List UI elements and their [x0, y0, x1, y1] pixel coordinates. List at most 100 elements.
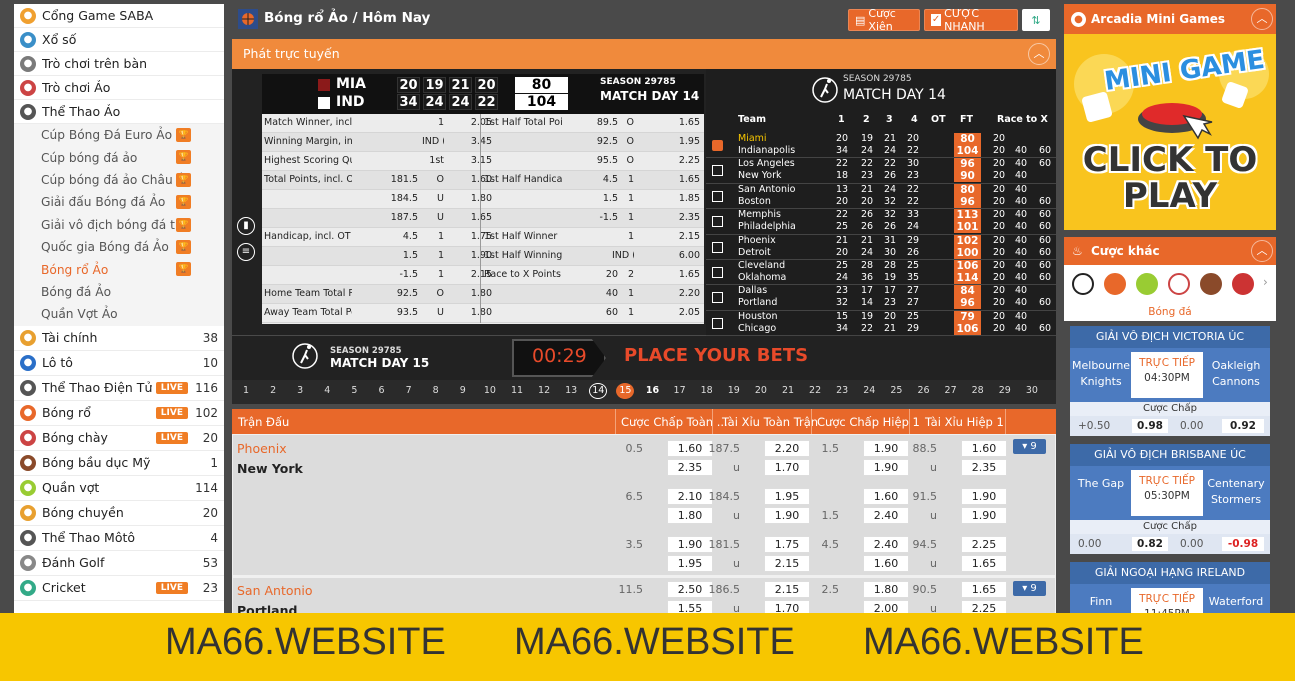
- standings-row[interactable]: Cleveland Oklahoma 25 28 28 25 24 36 19 35 106 114 2…: [706, 260, 1056, 286]
- row-checkbox[interactable]: [712, 216, 723, 228]
- sidebar-sport-6[interactable]: ● Quần vợt 114: [14, 476, 224, 501]
- odds-cell[interactable]: 2.35: [642, 212, 700, 223]
- day-16[interactable]: 16: [644, 385, 662, 396]
- submenu-item-7[interactable]: Bóng đá Ảo: [14, 281, 224, 303]
- sidebar-item-0[interactable]: ● Cổng Game SABA: [14, 4, 224, 28]
- odds-button[interactable]: 1.90: [961, 507, 1007, 524]
- day-15[interactable]: 15: [616, 383, 635, 399]
- day-26[interactable]: 26: [915, 385, 933, 396]
- day-11[interactable]: 11: [508, 385, 526, 396]
- day-23[interactable]: 23: [833, 385, 851, 396]
- row-checkbox[interactable]: [712, 140, 723, 151]
- sidebar-sport-1[interactable]: ● Lô tô 10: [14, 351, 224, 376]
- day-7[interactable]: 7: [400, 385, 418, 396]
- row-checkbox[interactable]: [712, 292, 723, 304]
- featured-match-card[interactable]: GIẢI VÔ ĐỊCH BRISBANE ÚC The Gap Centenary…: [1070, 444, 1270, 554]
- submenu-item-0[interactable]: Cúp Bóng Đá Euro Ảo 🏆: [14, 124, 224, 146]
- day-4[interactable]: 4: [318, 385, 336, 396]
- odds-2[interactable]: -0.98: [1222, 537, 1264, 551]
- day-29[interactable]: 29: [996, 385, 1014, 396]
- soccer-ball-icon[interactable]: [1072, 273, 1094, 295]
- sidebar-sport-2[interactable]: ● Thể Thao Điện Tử LIVE 116: [14, 376, 224, 401]
- collapse-up-icon[interactable]: ︿: [1251, 240, 1273, 262]
- odds-2[interactable]: 0.92: [1222, 419, 1264, 433]
- odds-1[interactable]: 0.82: [1132, 537, 1168, 551]
- day-25[interactable]: 25: [887, 385, 905, 396]
- day-6[interactable]: 6: [373, 385, 391, 396]
- stats-chart-icon[interactable]: ▮: [237, 217, 255, 235]
- chevron-right-icon[interactable]: ›: [1263, 275, 1268, 289]
- day-9[interactable]: 9: [454, 385, 472, 396]
- day-3[interactable]: 3: [291, 385, 309, 396]
- american-football-icon[interactable]: [1200, 273, 1222, 295]
- submenu-item-1[interactable]: Cúp bóng đá ảo 🏆: [14, 146, 224, 168]
- sidebar-sport-0[interactable]: ● Tài chính 38: [14, 326, 224, 351]
- submenu-item-6[interactable]: Bóng rổ Ảo 🏆: [14, 258, 224, 280]
- day-18[interactable]: 18: [698, 385, 716, 396]
- odds-1[interactable]: 0.98: [1132, 419, 1168, 433]
- collapse-up-icon[interactable]: ︿: [1028, 43, 1050, 65]
- odds-cell[interactable]: 1.80: [452, 288, 492, 299]
- quick-bet-button[interactable]: ✓ CƯỢC NHANH: [924, 7, 1018, 33]
- mini-game-banner[interactable]: MINI GAME CLICK TO PLAY: [1064, 34, 1276, 230]
- breadcrumb[interactable]: Bóng rổ Ảo / Hôm Nay: [264, 10, 430, 26]
- row-checkbox[interactable]: [712, 241, 723, 253]
- featured-match-card[interactable]: GIẢI NGOẠI HẠNG IRELAND Finn Harps Waterfo…: [1070, 562, 1270, 613]
- row-checkbox[interactable]: [712, 190, 723, 202]
- odds-button[interactable]: 2.25: [961, 536, 1007, 553]
- more-markets-button[interactable]: ▾ 9: [1013, 439, 1046, 454]
- cricket-ball-icon[interactable]: [1232, 273, 1254, 295]
- odds-button[interactable]: 1.60: [961, 440, 1007, 457]
- odds-button[interactable]: 2.15: [764, 555, 810, 572]
- day-2[interactable]: 2: [264, 385, 282, 396]
- day-8[interactable]: 8: [427, 385, 445, 396]
- odds-cell[interactable]: 3.15: [452, 155, 492, 166]
- day-19[interactable]: 19: [725, 385, 743, 396]
- parlay-button[interactable]: ▤ Cược Xiên: [848, 7, 920, 33]
- day-20[interactable]: 20: [752, 385, 770, 396]
- row-checkbox[interactable]: [712, 317, 723, 329]
- day-24[interactable]: 24: [860, 385, 878, 396]
- sidebar-item-4[interactable]: ● Thể Thao Ảo: [14, 100, 224, 124]
- odds-cell[interactable]: 1.65: [642, 269, 700, 280]
- featured-match-card[interactable]: GIẢI VÔ ĐỊCH VICTORIA ÚC Melbourne Knight…: [1070, 326, 1270, 436]
- odds-cell[interactable]: 1.65: [642, 174, 700, 185]
- standings-row[interactable]: San Antonio Boston 13 21 24 22 20 20 32 22 80 96 20 4…: [706, 183, 1056, 210]
- odds-cell[interactable]: 1.95: [642, 136, 700, 147]
- sidebar-sport-7[interactable]: ● Bóng chuyền 20: [14, 501, 224, 526]
- baseball-icon[interactable]: [1168, 273, 1190, 295]
- sidebar-sport-5[interactable]: ● Bóng bầu dục Mỹ 1: [14, 451, 224, 476]
- submenu-item-8[interactable]: Quần Vợt Ảo: [14, 303, 224, 325]
- match-home-team[interactable]: Phoenix: [237, 441, 287, 456]
- day-14[interactable]: 14: [589, 383, 608, 399]
- day-30[interactable]: 30: [1023, 385, 1041, 396]
- odds-cell[interactable]: 2.20: [642, 288, 700, 299]
- odds-button[interactable]: 2.35: [961, 459, 1007, 476]
- odds-cell[interactable]: 1.85: [642, 193, 700, 204]
- sidebar-item-3[interactable]: ● Trò chơi Ảo: [14, 76, 224, 100]
- sidebar-sport-8[interactable]: ● Thể Thao Môtô 4: [14, 526, 224, 551]
- day-5[interactable]: 5: [345, 385, 363, 396]
- standings-row[interactable]: Miami Indianapolis 20 19 21 20 34 24 24 22 80 104 20…: [706, 133, 1056, 159]
- list-icon[interactable]: ≡: [237, 243, 255, 261]
- day-10[interactable]: 10: [481, 385, 499, 396]
- sidebar-sport-10[interactable]: ● Cricket LIVE 23: [14, 576, 224, 601]
- sidebar-sport-4[interactable]: ● Bóng chày LIVE 20: [14, 426, 224, 451]
- odds-button[interactable]: 1.70: [764, 459, 810, 476]
- match-home-team[interactable]: San Antonio: [237, 583, 313, 598]
- odds-cell[interactable]: 3.45: [452, 136, 492, 147]
- odds-cell[interactable]: 2.15: [642, 231, 700, 242]
- day-17[interactable]: 17: [671, 385, 689, 396]
- day-1[interactable]: 1: [237, 385, 255, 396]
- odds-cell[interactable]: 2.05: [642, 307, 700, 318]
- standings-row[interactable]: Houston Chicago 15 19 20 25 34 22 21 29 79 106 20 40 2…: [706, 310, 1056, 337]
- submenu-item-2[interactable]: Cúp bóng đá ảo Châu Á 🏆: [14, 169, 224, 191]
- odds-button[interactable]: 1.90: [961, 488, 1007, 505]
- odds-cell[interactable]: 1.65: [452, 212, 492, 223]
- day-12[interactable]: 12: [535, 385, 553, 396]
- row-checkbox[interactable]: [712, 165, 723, 177]
- odds-cell[interactable]: 1.80: [452, 193, 492, 204]
- submenu-item-4[interactable]: Giải vô địch bóng đá t... 🏆: [14, 214, 224, 236]
- standings-row[interactable]: Phoenix Detroit 21 21 31 29 20 24 30 26 102 100 20 40…: [706, 234, 1056, 260]
- match-away-team[interactable]: New York: [237, 461, 303, 476]
